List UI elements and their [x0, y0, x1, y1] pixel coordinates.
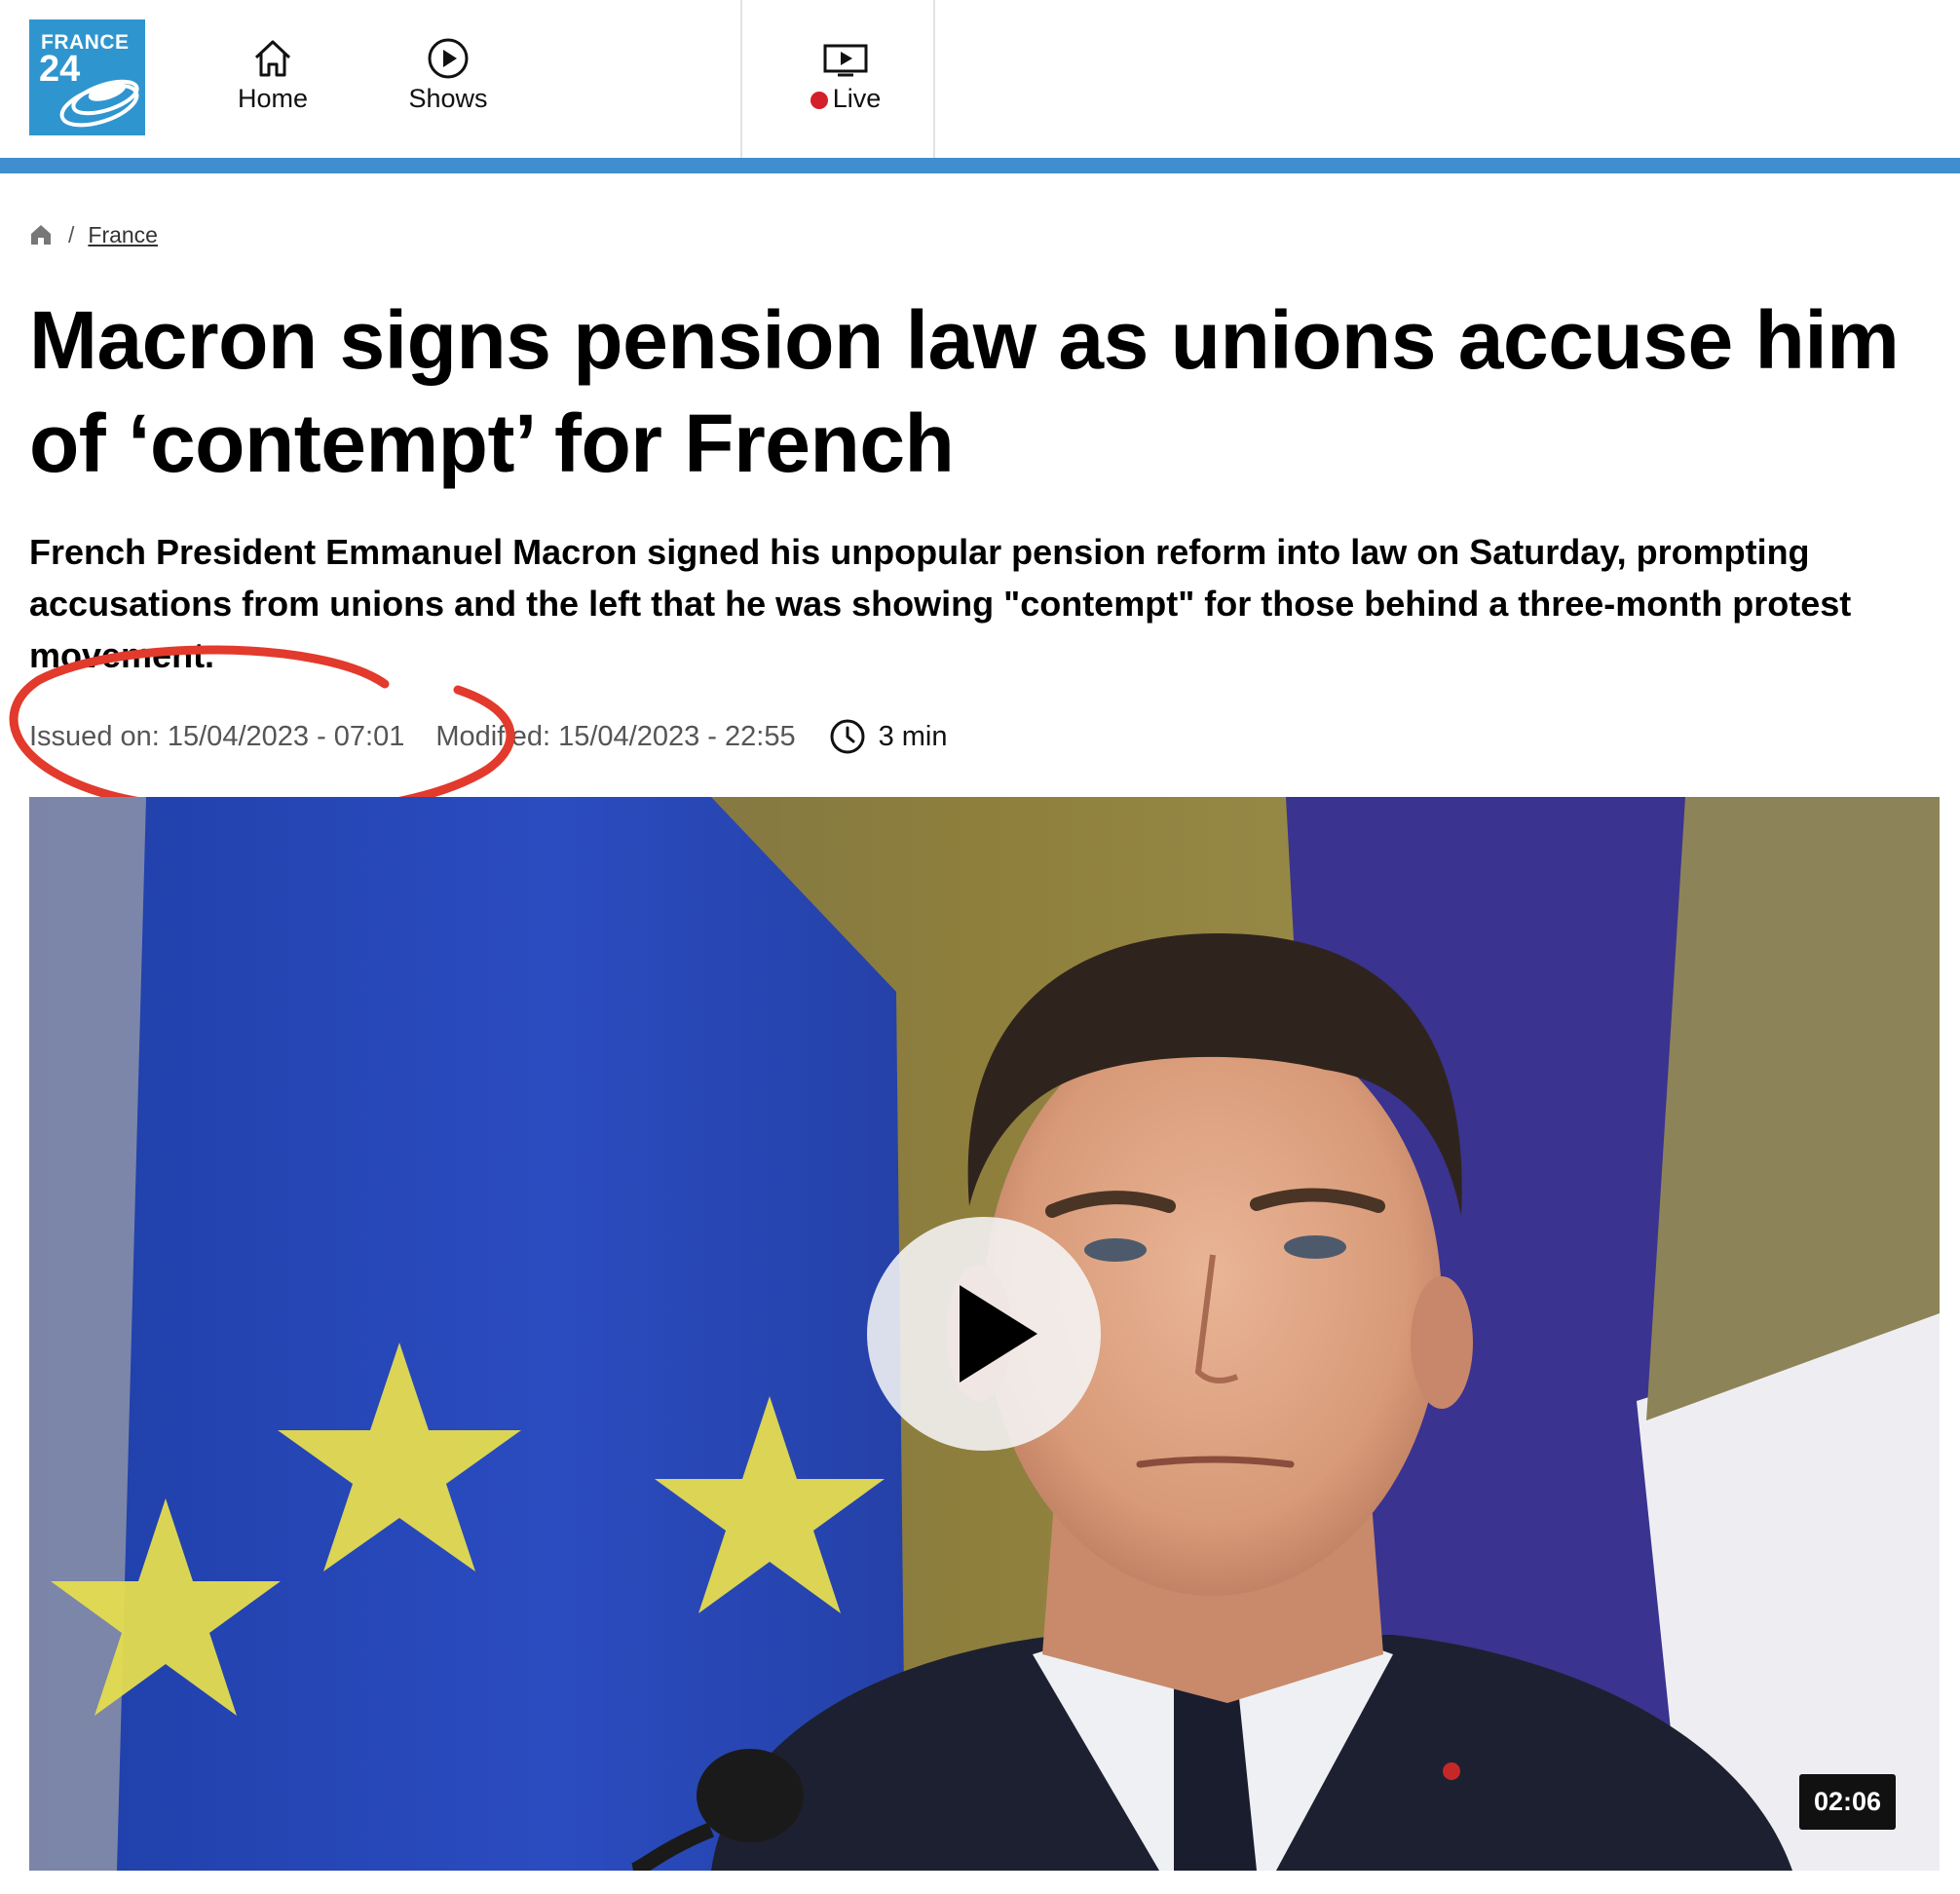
play-button[interactable] [867, 1217, 1101, 1451]
read-time-label: 3 min [878, 720, 948, 752]
video-duration-badge: 02:06 [1798, 1774, 1896, 1830]
breadcrumb-home-icon[interactable] [29, 223, 53, 246]
tv-icon [823, 44, 868, 77]
site-header: FRANCE 24 Home Shows Live [0, 0, 1960, 158]
nav-live-label: Live [832, 84, 882, 113]
play-circle-icon [428, 38, 469, 79]
nav-home-label: Home [237, 84, 309, 113]
nav-divider-left [740, 0, 742, 158]
modified-date: Modified: 15/04/2023 - 22:55 [435, 720, 796, 752]
breadcrumb-separator: / [68, 221, 75, 247]
home-icon [254, 40, 291, 77]
nav-live-label-wrap: Live [810, 84, 882, 113]
nav-shows-label: Shows [408, 84, 488, 113]
issued-date: Issued on: 15/04/2023 - 07:01 [29, 720, 405, 752]
article-lead: French President Emmanuel Macron signed … [29, 532, 1852, 675]
breadcrumb: / France [29, 218, 158, 251]
france24-logo[interactable]: FRANCE 24 [29, 19, 145, 135]
play-icon [960, 1285, 1037, 1383]
nav-shows[interactable]: Shows [394, 37, 503, 114]
article-title: Macron signs pension law as unions accus… [29, 294, 1900, 489]
read-time: 3 min [829, 718, 948, 755]
nav-live[interactable]: Live [797, 37, 894, 114]
article-meta: Issued on: 15/04/2023 - 07:01 Modified: … [29, 716, 948, 757]
live-indicator-dot [810, 92, 828, 109]
breadcrumb-link-france[interactable]: France [88, 222, 158, 248]
nav-home[interactable]: Home [226, 37, 320, 114]
nav-divider-right [933, 0, 935, 158]
clock-icon [830, 719, 865, 754]
header-accent-bar [0, 158, 1960, 173]
video-player[interactable]: 02:06 [29, 797, 1940, 1871]
logo-text-24: 24 [39, 49, 81, 90]
